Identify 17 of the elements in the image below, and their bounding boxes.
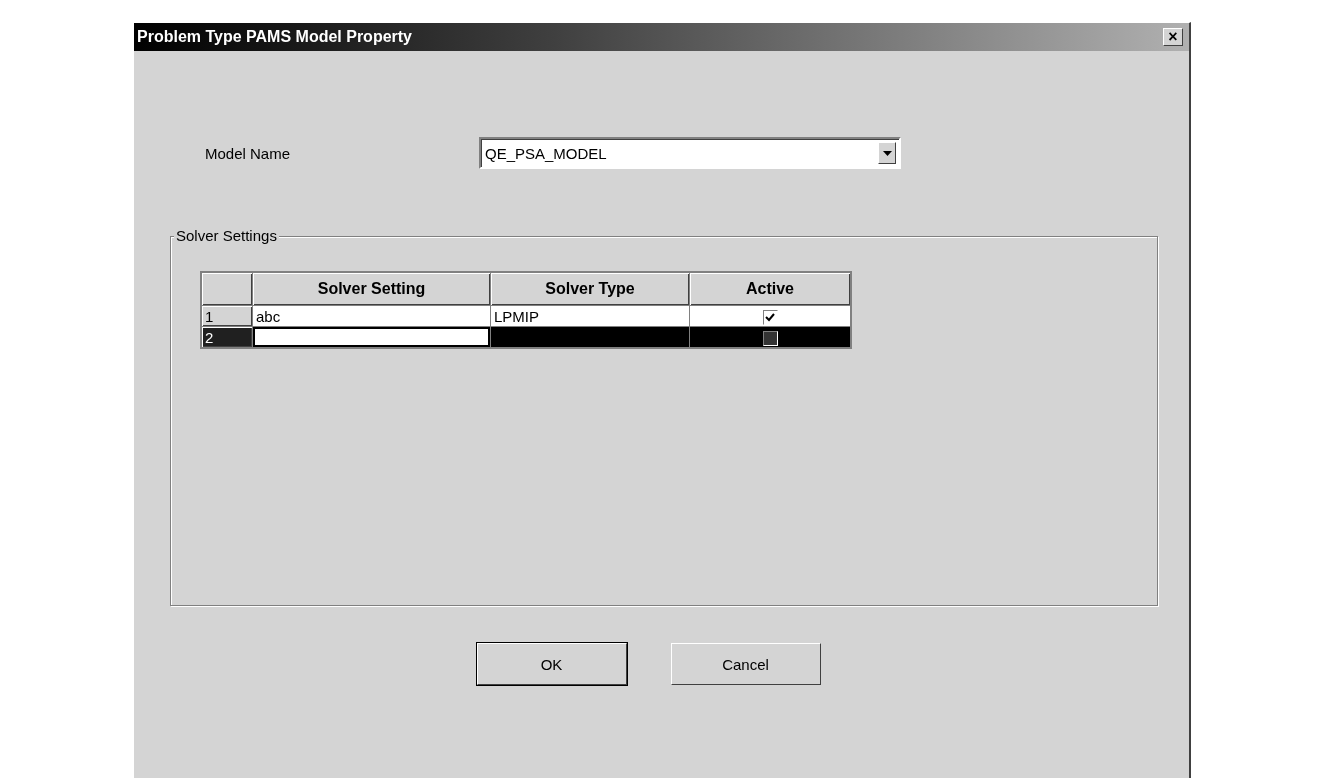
table-cell[interactable] [490,326,690,348]
cancel-button[interactable]: Cancel [670,643,821,685]
group-title: Solver Settings [174,227,279,244]
active-checkbox[interactable] [762,309,778,325]
table-cell[interactable]: abc [252,305,491,327]
row-header[interactable]: 1 [201,305,253,327]
window-title: Problem Type PAMS Model Property [137,28,412,46]
table-cell[interactable] [252,326,491,348]
column-header[interactable]: Solver Setting [252,272,491,306]
column-header[interactable]: Solver Type [490,272,690,306]
model-name-dropdown[interactable]: QE_PSA_MODEL [479,137,901,169]
column-header[interactable]: Active [689,272,851,306]
close-button[interactable]: × [1163,28,1183,46]
ok-button[interactable]: OK [476,643,627,685]
row-header[interactable]: 2 [201,326,253,348]
model-name-label: Model Name [205,144,292,162]
active-checkbox[interactable] [762,330,778,346]
